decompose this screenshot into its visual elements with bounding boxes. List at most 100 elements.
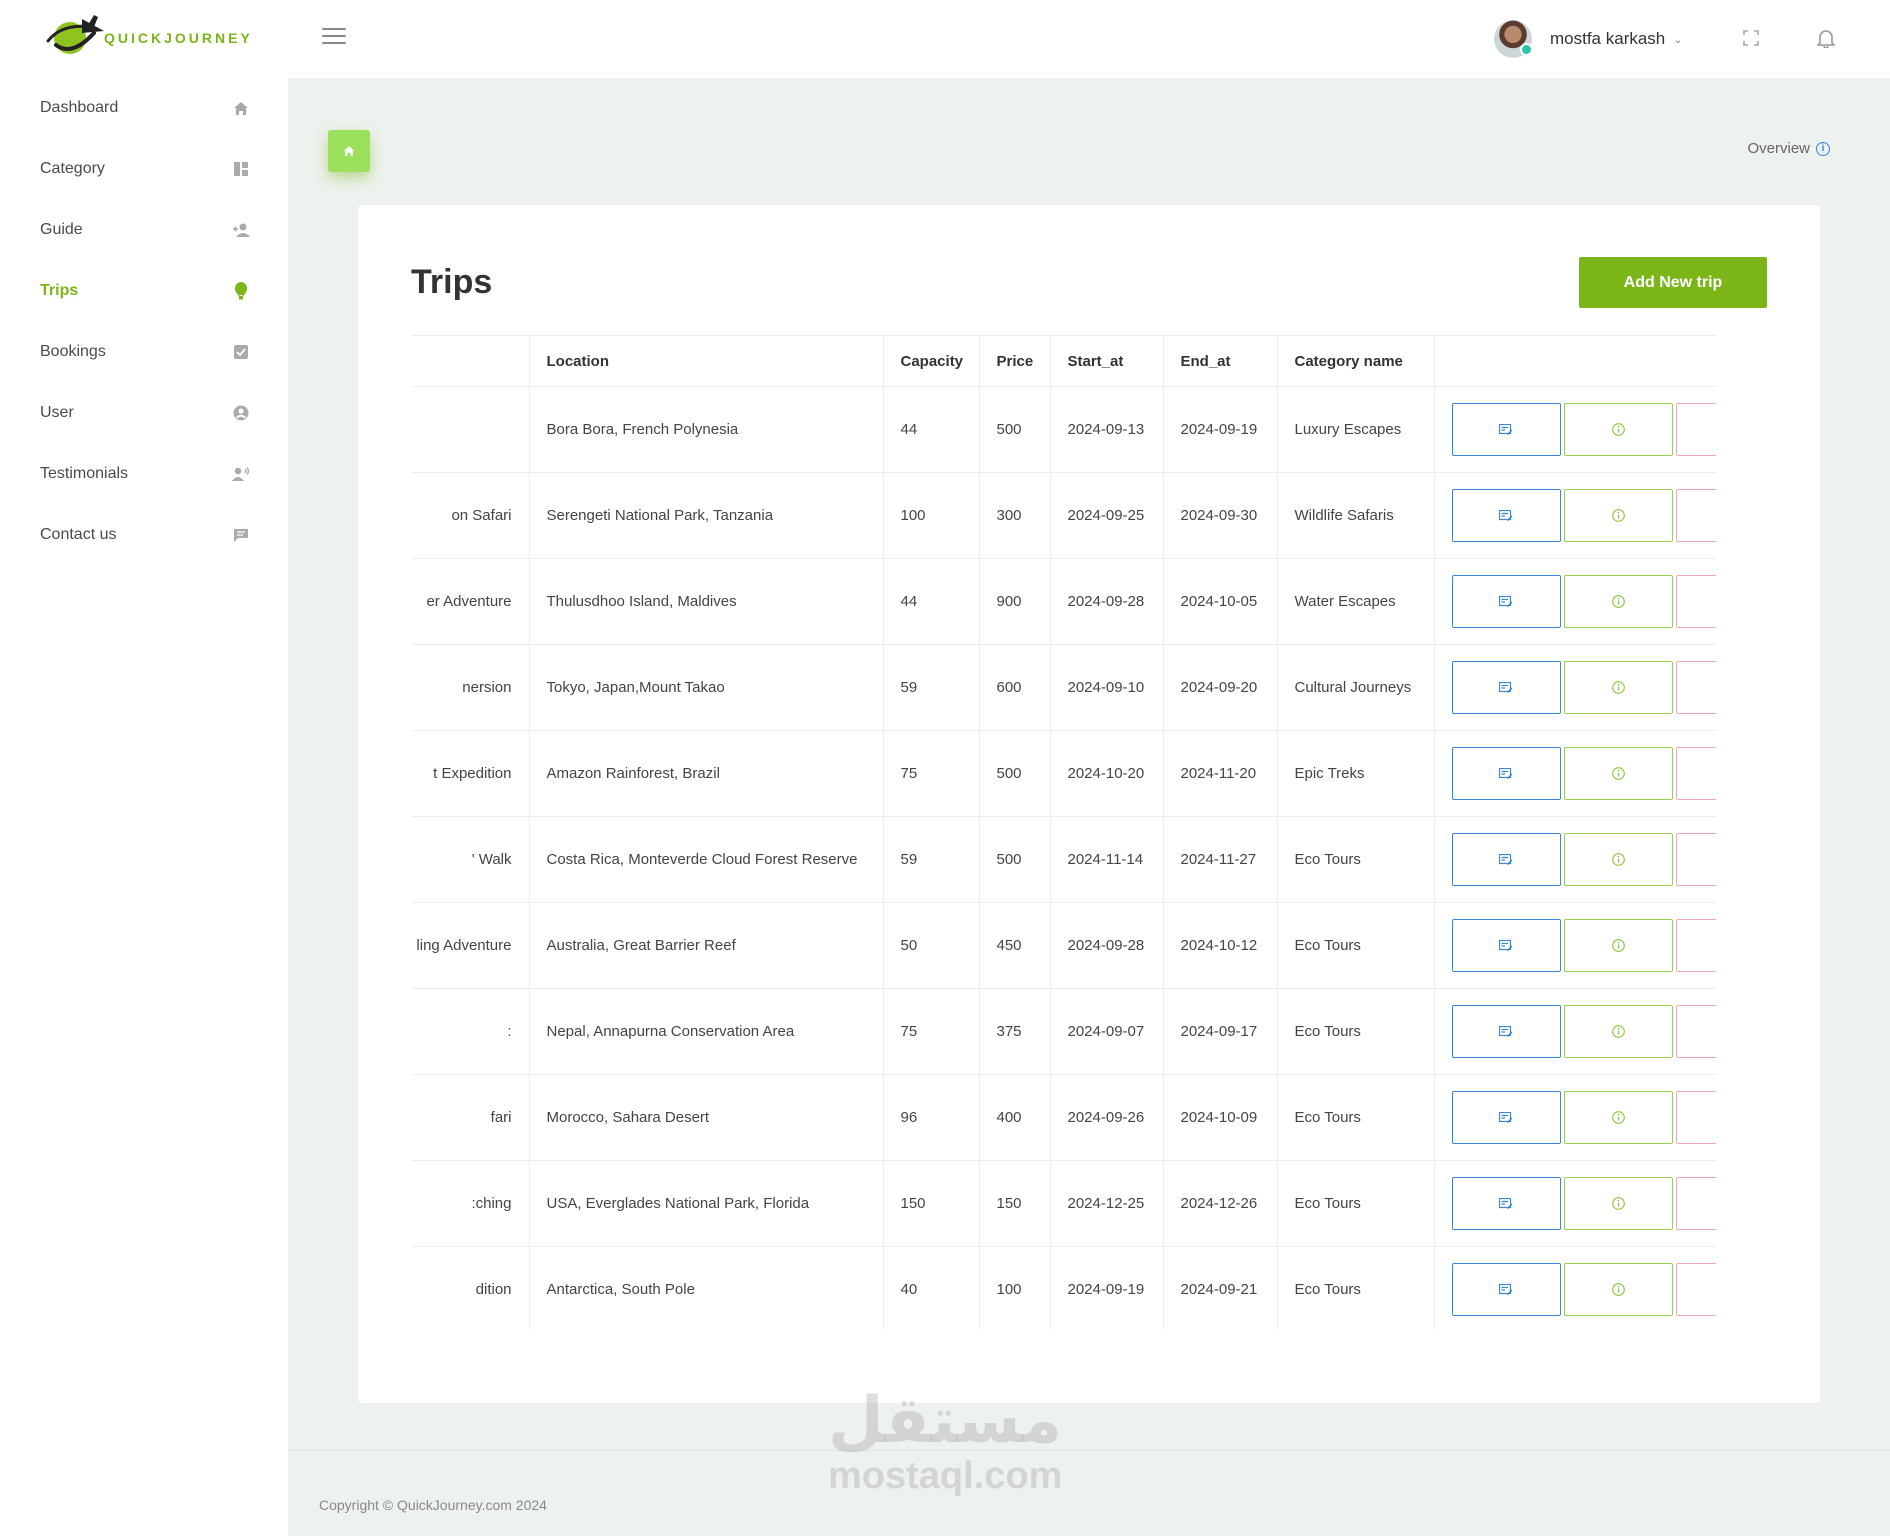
delete-button[interactable] xyxy=(1675,489,1716,542)
info-icon xyxy=(1611,681,1625,694)
footer: Copyright © QuickJourney.com 2024 xyxy=(288,1450,1890,1536)
cell-trip-name: fari xyxy=(411,1074,529,1161)
edit-button[interactable] xyxy=(1451,403,1561,456)
info-button[interactable] xyxy=(1563,1263,1673,1316)
checkbox-icon xyxy=(232,343,250,361)
cell-capacity: 50 xyxy=(882,902,979,989)
cell-end-at: 2024-12-26 xyxy=(1162,1160,1277,1247)
cell-category-name: Eco Tours xyxy=(1276,902,1434,989)
info-button[interactable] xyxy=(1563,489,1673,542)
home-button[interactable] xyxy=(328,130,370,172)
plane-globe-logo-icon xyxy=(46,15,104,54)
table-row: t Expedition Amazon Rainforest, Brazil 75 5… xyxy=(411,730,1716,817)
brand-logo[interactable]: QUICKJOURNEY xyxy=(42,8,257,68)
info-button[interactable] xyxy=(1563,661,1673,714)
person-add-icon xyxy=(232,221,250,239)
edit-button[interactable] xyxy=(1451,833,1561,886)
add-new-trip-button[interactable]: Add New trip xyxy=(1579,257,1767,308)
cell-location: Morocco, Sahara Desert xyxy=(528,1074,883,1161)
table-row: : Nepal, Annapurna Conservation Area 75 375… xyxy=(411,988,1716,1075)
overview-link[interactable]: Overview i xyxy=(1747,140,1830,157)
trips-table-container[interactable]: Location Capacity Price Start_at End_at … xyxy=(411,335,1767,1330)
avatar xyxy=(1494,20,1533,58)
cell-end-at: 2024-11-27 xyxy=(1162,816,1277,903)
edit-button[interactable] xyxy=(1451,1263,1561,1316)
cell-end-at: 2024-09-30 xyxy=(1162,472,1277,559)
table-row: fari Morocco, Sahara Desert 96 400 2024-09-2… xyxy=(411,1074,1716,1161)
info-button[interactable] xyxy=(1563,1177,1673,1230)
info-button[interactable] xyxy=(1563,747,1673,800)
cell-category-name: Epic Treks xyxy=(1276,730,1434,817)
sidebar-item-category[interactable]: Category xyxy=(40,149,250,189)
edit-button[interactable] xyxy=(1451,489,1561,542)
trips-table: Location Capacity Price Start_at End_at … xyxy=(411,335,1716,1330)
column-header-price: Price xyxy=(978,335,1050,387)
edit-button[interactable] xyxy=(1451,661,1561,714)
info-button[interactable] xyxy=(1563,1005,1673,1058)
cell-start-at: 2024-10-20 xyxy=(1049,730,1163,817)
edit-button[interactable] xyxy=(1451,1177,1561,1230)
bell-icon[interactable] xyxy=(1814,26,1838,50)
info-button[interactable] xyxy=(1563,403,1673,456)
cell-start-at: 2024-09-19 xyxy=(1049,1246,1163,1330)
edit-button[interactable] xyxy=(1451,1005,1561,1058)
info-button[interactable] xyxy=(1563,833,1673,886)
cell-price: 375 xyxy=(978,988,1050,1075)
cell-start-at: 2024-09-28 xyxy=(1049,558,1163,645)
cell-category-name: Eco Tours xyxy=(1276,1246,1434,1330)
sidebar-item-guide[interactable]: Guide xyxy=(40,210,250,250)
info-button[interactable] xyxy=(1563,1091,1673,1144)
cell-location: Costa Rica, Monteverde Cloud Forest Rese… xyxy=(528,816,883,903)
chat-icon xyxy=(232,526,250,544)
delete-button[interactable] xyxy=(1675,661,1716,714)
fullscreen-icon[interactable] xyxy=(1739,26,1763,50)
user-name: mostfa karkash xyxy=(1550,29,1666,48)
cell-actions xyxy=(1433,644,1716,731)
delete-button[interactable] xyxy=(1675,1005,1716,1058)
brand-name: QUICKJOURNEY xyxy=(104,30,253,46)
cell-capacity: 59 xyxy=(882,644,979,731)
cell-price: 100 xyxy=(978,1246,1050,1330)
info-button[interactable] xyxy=(1563,575,1673,628)
delete-button[interactable] xyxy=(1675,1177,1716,1230)
info-icon xyxy=(1611,939,1625,952)
cell-capacity: 75 xyxy=(882,988,979,1075)
edit-button[interactable] xyxy=(1451,1091,1561,1144)
cell-actions xyxy=(1433,558,1716,645)
user-menu[interactable]: mostfa karkash ⌄ xyxy=(1494,18,1682,60)
info-icon: i xyxy=(1816,141,1830,156)
delete-button[interactable] xyxy=(1675,575,1716,628)
delete-button[interactable] xyxy=(1675,919,1716,972)
cell-capacity: 96 xyxy=(882,1074,979,1161)
delete-button[interactable] xyxy=(1675,833,1716,886)
edit-button[interactable] xyxy=(1451,575,1561,628)
sidebar-item-trips[interactable]: Trips xyxy=(40,271,250,311)
delete-button[interactable] xyxy=(1675,747,1716,800)
cell-capacity: 75 xyxy=(882,730,979,817)
sidebar-item-contact-us[interactable]: Contact us xyxy=(40,515,250,555)
info-button[interactable] xyxy=(1563,919,1673,972)
edit-button[interactable] xyxy=(1451,919,1561,972)
sidebar-item-user[interactable]: User xyxy=(40,393,250,433)
cell-price: 900 xyxy=(978,558,1050,645)
cell-trip-name xyxy=(411,386,529,473)
edit-icon xyxy=(1499,1025,1513,1038)
sidebar-item-dashboard[interactable]: Dashboard xyxy=(40,88,250,128)
sidebar-item-bookings[interactable]: Bookings xyxy=(40,332,250,372)
cell-actions xyxy=(1433,988,1716,1075)
edit-button[interactable] xyxy=(1451,747,1561,800)
edit-icon xyxy=(1499,1283,1513,1296)
info-icon xyxy=(1611,1197,1625,1210)
delete-button[interactable] xyxy=(1675,1263,1716,1316)
cell-actions xyxy=(1433,386,1716,473)
table-row: on Safari Serengeti National Park, Tanzan… xyxy=(411,472,1716,559)
menu-icon[interactable] xyxy=(322,28,346,48)
cell-location: Tokyo, Japan,Mount Takao xyxy=(528,644,883,731)
delete-button[interactable] xyxy=(1675,403,1716,456)
delete-button[interactable] xyxy=(1675,1091,1716,1144)
sidebar-item-testimonials[interactable]: Testimonials xyxy=(40,454,250,494)
info-icon xyxy=(1611,1111,1625,1124)
cell-trip-name: :ching xyxy=(411,1160,529,1247)
edit-icon xyxy=(1499,681,1513,694)
cell-trip-name: on Safari xyxy=(411,472,529,559)
